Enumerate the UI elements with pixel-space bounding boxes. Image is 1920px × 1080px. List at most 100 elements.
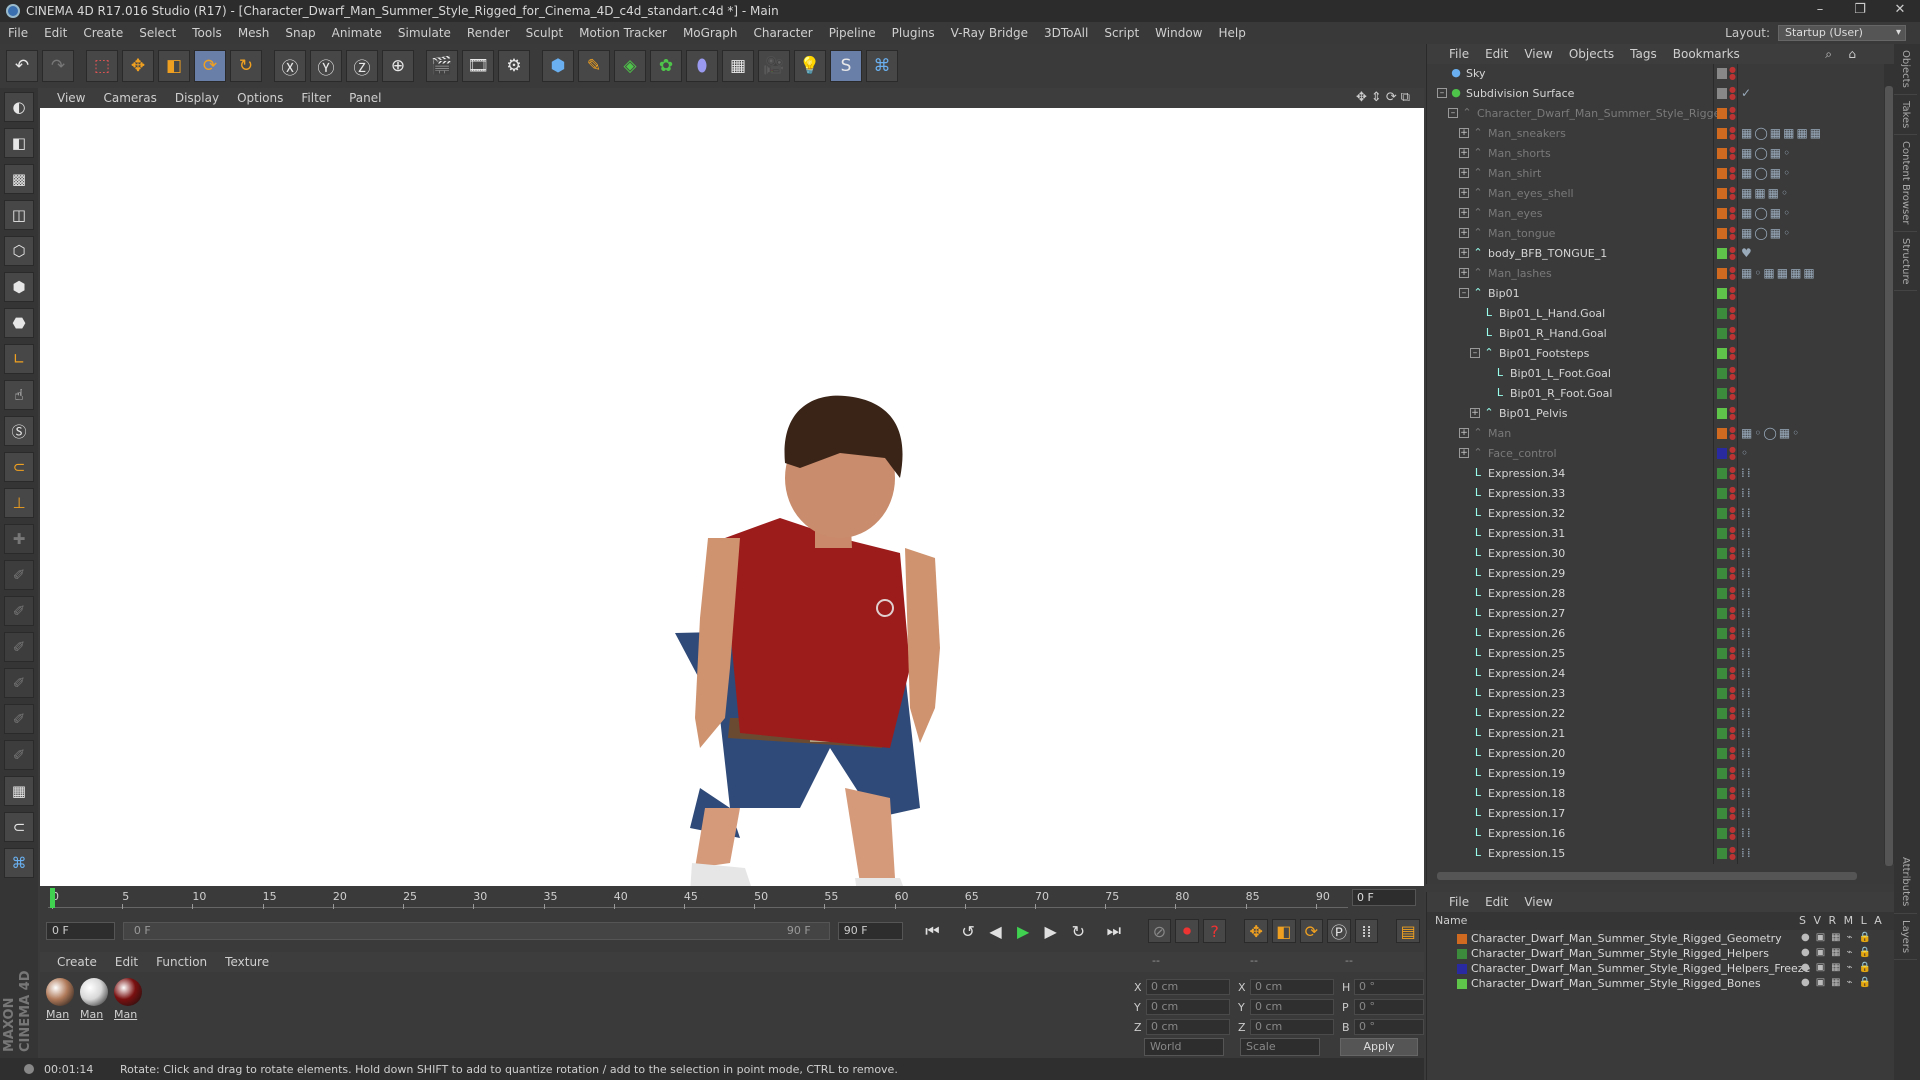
visibility-dots[interactable]: ● ● <box>1729 106 1737 121</box>
visibility-dots[interactable]: ● ● <box>1729 466 1737 481</box>
expand-toggle-icon[interactable]: – <box>1448 108 1458 118</box>
object-row[interactable]: L Expression.25 ● ● ⁞⁞ <box>1427 644 1879 664</box>
snap-icon[interactable]: Ⓢ <box>4 416 34 446</box>
coord-field[interactable]: 0 ° <box>1354 1019 1424 1035</box>
expand-toggle-icon[interactable]: – <box>1437 88 1447 98</box>
object-row[interactable]: + ⌃ body_BFB_TONGUE_1 ● ● ♥ <box>1427 244 1879 264</box>
visibility-dots[interactable]: ● ● <box>1729 806 1737 821</box>
coordinate-system-icon[interactable]: ⊕ <box>382 50 414 82</box>
coord-scale-dropdown[interactable]: Scale <box>1240 1038 1320 1056</box>
side-tab-content-browser[interactable]: Content Browser <box>1894 135 1917 232</box>
visibility-dots[interactable]: ● ● <box>1729 606 1737 621</box>
menu-item-v-ray-bridge[interactable]: V-Ray Bridge <box>943 26 1036 40</box>
object-row[interactable]: L Expression.19 ● ● ⁞⁞ <box>1427 764 1879 784</box>
coord-field[interactable]: 0 cm <box>1250 999 1334 1015</box>
coord-field[interactable]: 0 cm <box>1146 979 1230 995</box>
object-tags[interactable]: ⁞⁞ <box>1741 846 1753 860</box>
object-row[interactable]: L Expression.27 ● ● ⁞⁞ <box>1427 604 1879 624</box>
y-axis-icon[interactable]: Ⓨ <box>310 50 342 82</box>
side-tab-attributes[interactable]: Attributes <box>1894 851 1917 914</box>
object-row[interactable]: – ⌃ Bip01_Footsteps ● ● <box>1427 344 1879 364</box>
object-row[interactable]: L Expression.21 ● ● ⁞⁞ <box>1427 724 1879 744</box>
layer-menu-edit[interactable]: Edit <box>1477 895 1516 909</box>
prev-frame-icon[interactable]: ◀ <box>984 919 1008 943</box>
autokey-icon[interactable]: ? <box>1202 919 1227 943</box>
layer-menu-file[interactable]: File <box>1441 895 1477 909</box>
sculpt-tool-icon[interactable]: ✐ <box>4 704 34 734</box>
viewport-nav-icons[interactable]: ✥⇕⟳⧉ <box>1356 90 1414 105</box>
object-row[interactable]: + ⌃ Man_eyes ● ● ▦◯▦◦ <box>1427 204 1879 224</box>
object-row[interactable]: L Bip01_L_Hand.Goal ● ● <box>1427 304 1879 324</box>
visibility-dots[interactable]: ● ● <box>1729 126 1737 141</box>
object-row[interactable]: + ⌃ Bip01_Pelvis ● ● <box>1427 404 1879 424</box>
visibility-dots[interactable]: ● ● <box>1729 306 1737 321</box>
workplane-axis-icon[interactable]: ⊥ <box>4 488 34 518</box>
visibility-dots[interactable]: ● ● <box>1729 86 1737 101</box>
script-icon[interactable]: S <box>830 50 862 82</box>
viewport-menu-options[interactable]: Options <box>228 91 292 105</box>
object-row[interactable]: L Expression.22 ● ● ⁞⁞ <box>1427 704 1879 724</box>
side-tab-objects[interactable]: Objects <box>1894 44 1917 95</box>
visibility-dots[interactable]: ● ● <box>1729 786 1737 801</box>
object-menu-file[interactable]: File <box>1441 47 1477 61</box>
maximize-button[interactable]: ❐ <box>1840 0 1880 22</box>
object-tags[interactable]: ⁞⁞ <box>1741 726 1753 740</box>
side-tab-takes[interactable]: Takes <box>1894 95 1917 136</box>
model-mode-icon[interactable]: ◧ <box>4 128 34 158</box>
object-row[interactable]: L Expression.18 ● ● ⁞⁞ <box>1427 784 1879 804</box>
object-tags[interactable]: ⁞⁞ <box>1741 466 1753 480</box>
timeline-window-icon[interactable]: ▤ <box>1396 919 1420 943</box>
layer-color-swatch[interactable] <box>1457 979 1467 989</box>
menu-item-mesh[interactable]: Mesh <box>230 26 278 40</box>
visibility-dots[interactable]: ● ● <box>1729 826 1737 841</box>
close-button[interactable]: ✕ <box>1880 0 1920 22</box>
visibility-dots[interactable]: ● ● <box>1729 206 1737 221</box>
floor-icon[interactable]: ▦ <box>722 50 754 82</box>
visibility-dots[interactable]: ● ● <box>1729 346 1737 361</box>
viewport-menu-filter[interactable]: Filter <box>292 91 340 105</box>
menu-item-pipeline[interactable]: Pipeline <box>821 26 884 40</box>
expand-toggle-icon[interactable]: + <box>1459 208 1469 218</box>
python-icon[interactable]: ⌘ <box>866 50 898 82</box>
menu-item-plugins[interactable]: Plugins <box>884 26 943 40</box>
redo-icon[interactable]: ↷ <box>42 50 74 82</box>
visibility-dots[interactable]: ● ● <box>1729 566 1737 581</box>
object-row[interactable]: L Expression.31 ● ● ⁞⁞ <box>1427 524 1879 544</box>
record-position-icon[interactable]: ⊘ <box>1147 919 1172 943</box>
texture-mode-icon[interactable]: ▩ <box>4 164 34 194</box>
visibility-dots[interactable]: ● ● <box>1729 686 1737 701</box>
magnet-lock-icon[interactable]: ⊂ <box>4 812 34 842</box>
menu-item-edit[interactable]: Edit <box>36 26 75 40</box>
visibility-dots[interactable]: ● ● <box>1729 706 1737 721</box>
visibility-dots[interactable]: ● ● <box>1729 586 1737 601</box>
object-row[interactable]: + ⌃ Man_shorts ● ● ▦◯▦◦ <box>1427 144 1879 164</box>
object-tags[interactable]: ▦◦◯▦◦ <box>1741 426 1801 440</box>
goto-start-icon[interactable]: ⏮ <box>921 919 945 943</box>
viewport-3d[interactable] <box>40 108 1424 886</box>
recent-tool-icon[interactable]: ↻ <box>230 50 262 82</box>
object-tags[interactable]: ⁞⁞ <box>1741 826 1753 840</box>
layer-row[interactable]: Character_Dwarf_Man_Summer_Style_Rigged_… <box>1427 962 1895 977</box>
object-row[interactable]: – ⌃ Character_Dwarf_Man_Summer_Style_Rigge… <box>1427 104 1879 124</box>
playhead[interactable] <box>50 888 55 908</box>
goto-end-icon[interactable]: ⏭ <box>1102 919 1126 943</box>
key-rotation-icon[interactable]: ⟳ <box>1299 919 1324 943</box>
layer-flags[interactable]: ●▣▦⌁🔒 <box>1801 962 1877 973</box>
material-swatch[interactable]: Man <box>80 978 110 1021</box>
visibility-dots[interactable]: ● ● <box>1729 446 1737 461</box>
visibility-dots[interactable]: ● ● <box>1729 386 1737 401</box>
menu-item-animate[interactable]: Animate <box>324 26 390 40</box>
key-parameter-icon[interactable]: Ⓟ <box>1327 919 1351 943</box>
visibility-dots[interactable]: ● ● <box>1729 766 1737 781</box>
next-key-icon[interactable]: ↻ <box>1066 919 1090 943</box>
z-axis-icon[interactable]: Ⓩ <box>346 50 378 82</box>
visibility-dots[interactable]: ● ● <box>1729 666 1737 681</box>
coord-field[interactable]: 0 cm <box>1250 1019 1334 1035</box>
expand-toggle-icon[interactable]: + <box>1459 188 1469 198</box>
object-tags[interactable]: ▦◯▦◦ <box>1741 146 1792 160</box>
key-position-icon[interactable]: ✥ <box>1244 919 1268 943</box>
object-tags[interactable]: ⁞⁞ <box>1741 806 1753 820</box>
layer-flags[interactable]: ●▣▦⌁🔒 <box>1801 977 1877 988</box>
object-row[interactable]: + ⌃ Man_eyes_shell ● ● ▦▦▦◦ <box>1427 184 1879 204</box>
viewport-menu-display[interactable]: Display <box>166 91 228 105</box>
